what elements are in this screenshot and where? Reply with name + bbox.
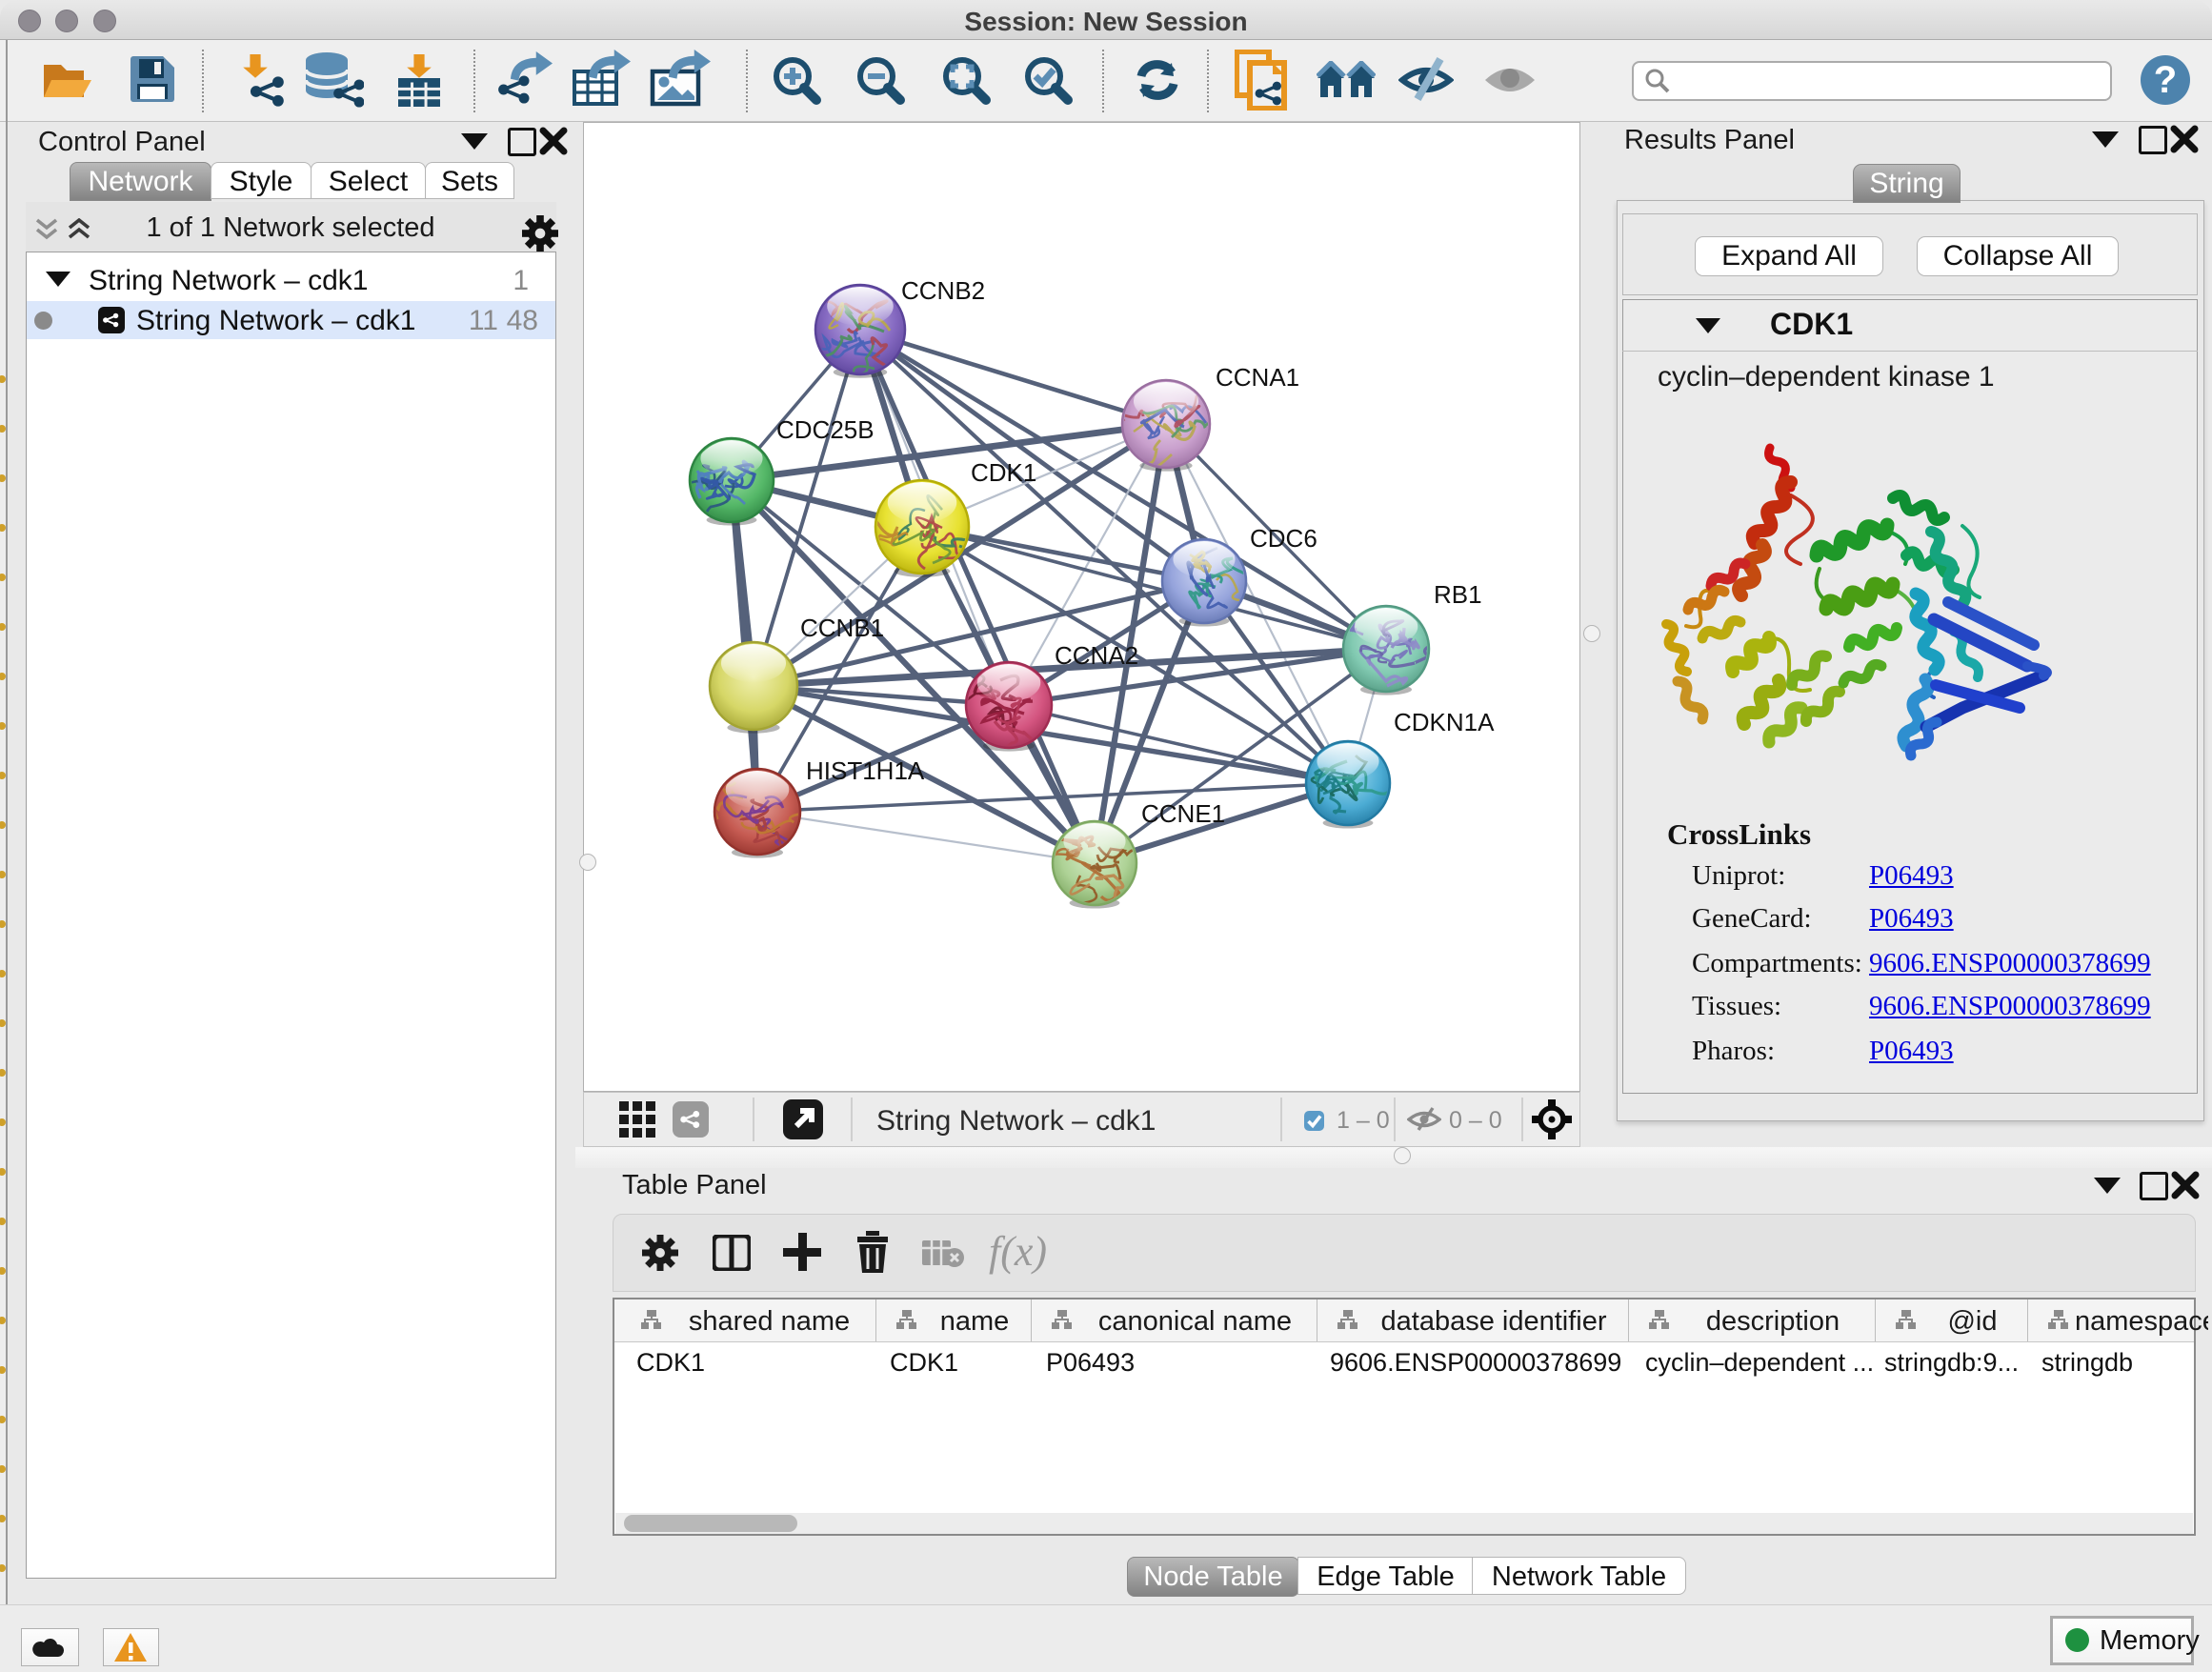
svg-text:CDC6: CDC6 bbox=[1250, 524, 1317, 553]
svg-text:CCNB1: CCNB1 bbox=[800, 614, 884, 642]
svg-text:CCNB2: CCNB2 bbox=[901, 276, 985, 305]
svg-text:RB1: RB1 bbox=[1434, 580, 1482, 609]
svg-text:CDKN1A: CDKN1A bbox=[1394, 708, 1495, 736]
svg-text:CDC25B: CDC25B bbox=[776, 415, 875, 444]
svg-text:CCNA2: CCNA2 bbox=[1055, 641, 1138, 670]
svg-text:CCNE1: CCNE1 bbox=[1141, 799, 1225, 828]
svg-text:CCNA1: CCNA1 bbox=[1216, 363, 1299, 392]
svg-text:HIST1H1A: HIST1H1A bbox=[806, 756, 925, 785]
svg-text:CDK1: CDK1 bbox=[971, 458, 1036, 487]
